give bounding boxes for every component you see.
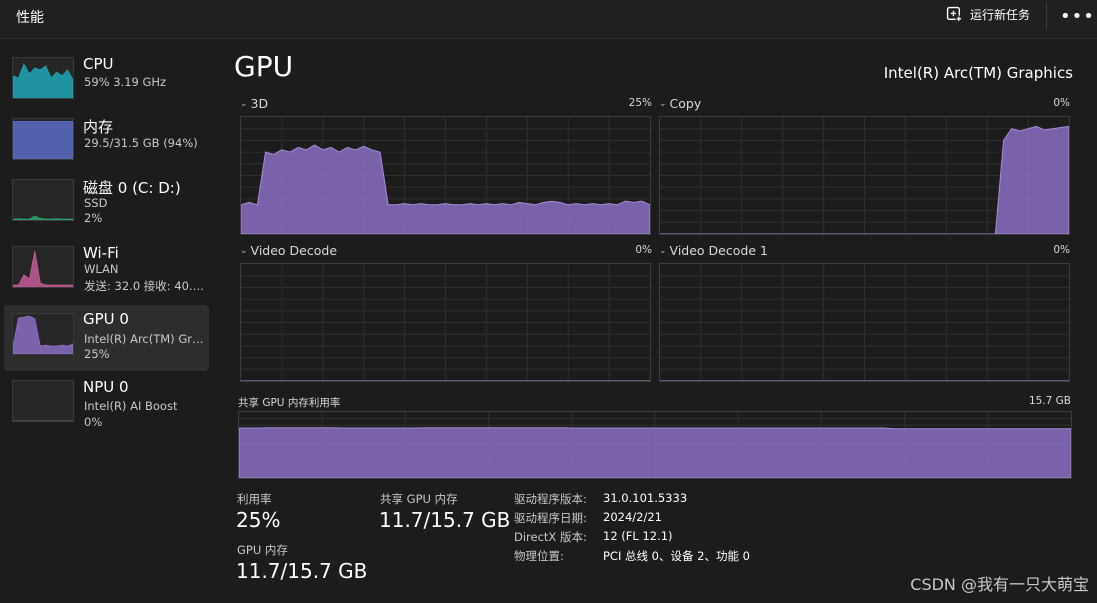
memory-thumbnail-graph	[12, 118, 74, 160]
engine-3d-graph	[240, 116, 651, 235]
sidebar-item-name: NPU 0	[83, 378, 129, 396]
chevron-down-icon: ⌄	[659, 98, 667, 109]
sidebar-item-detail: 29.5/31.5 GB (94%)	[84, 136, 198, 150]
gpu-memory-label: GPU 内存	[237, 543, 288, 557]
sidebar-item-cpu[interactable]: CPU 59% 3.19 GHz	[4, 55, 209, 121]
sidebar-item-name: GPU 0	[83, 310, 129, 328]
engine-copy-graph	[659, 116, 1070, 235]
engine-label: 3D	[250, 96, 269, 111]
sidebar-item-name: CPU	[83, 55, 114, 73]
thumbnail-area-series	[13, 215, 73, 220]
more-options-button[interactable]: •••	[1060, 6, 1095, 27]
engine-percent: 25%	[628, 97, 652, 109]
gpu-memory-value: 11.7/15.7 GB	[236, 559, 368, 583]
shared-memory-label: 共享 GPU 内存利用率	[238, 397, 341, 409]
utilization-label: 利用率	[237, 492, 272, 506]
driver-date-label: 驱动程序日期:	[514, 511, 587, 525]
sidebar-item-detail: 发送: 32.0 接收: 40.0 K	[84, 279, 208, 293]
sidebar-item-memory[interactable]: 内存 29.5/31.5 GB (94%)	[4, 116, 209, 182]
driver-date-value: 2024/2/21	[603, 510, 662, 524]
shared-memory-stat-label: 共享 GPU 内存	[380, 492, 458, 506]
gpu-thumbnail-graph	[12, 313, 74, 355]
sidebar-item-detail: 2%	[84, 211, 103, 225]
engine-label: Video Decode	[250, 243, 338, 258]
run-new-task-label: 运行新任务	[970, 8, 1031, 22]
sidebar-item-detail: 59% 3.19 GHz	[84, 75, 167, 89]
physical-location-value: PCI 总线 0、设备 2、功能 0	[603, 549, 750, 563]
sidebar-item-detail: Intel(R) AI Boost	[84, 399, 178, 413]
sidebar-item-detail: 0%	[84, 415, 103, 429]
npu-thumbnail-graph	[12, 380, 74, 422]
thumbnail-area-series	[13, 250, 73, 287]
gpu-heading: GPU	[234, 50, 294, 83]
engine-video-decode-1-graph	[659, 263, 1070, 382]
engine-selector-video-decode-1[interactable]: ⌄ Video Decode 1	[659, 243, 768, 258]
chevron-down-icon: ⌄	[659, 245, 667, 256]
watermark-text: CSDN @我有一只大萌宝	[910, 575, 1089, 594]
engine-percent: 0%	[635, 244, 652, 256]
sidebar-item-npu[interactable]: NPU 0 Intel(R) AI Boost 0%	[4, 378, 209, 444]
toolbar-divider	[1046, 2, 1047, 30]
gpu-model-name: Intel(R) Arc(TM) Graphics	[883, 64, 1073, 82]
run-new-task-button[interactable]: 运行新任务	[946, 6, 1030, 23]
disk-thumbnail-graph	[12, 179, 74, 221]
sidebar-item-detail: Intel(R) Arc(TM) Graphics	[84, 332, 208, 346]
engine-label: Video Decode 1	[669, 243, 768, 258]
usage-area-series	[239, 427, 1071, 478]
shared-memory-stat-value: 11.7/15.7 GB	[379, 508, 511, 532]
physical-location-label: 物理位置:	[514, 549, 564, 563]
engine-selector-3d[interactable]: ⌄ 3D	[240, 96, 268, 111]
sidebar-item-disk[interactable]: 磁盘 0 (C: D:) SSD 2%	[4, 177, 209, 243]
thumbnail-area-series	[13, 121, 73, 159]
utilization-value: 25%	[236, 508, 281, 532]
sidebar-item-gpu[interactable]: GPU 0 Intel(R) Arc(TM) Graphics 25%	[4, 305, 209, 371]
sidebar-item-detail: 25%	[84, 347, 110, 361]
cpu-thumbnail-graph	[12, 57, 74, 99]
sidebar: CPU 59% 3.19 GHz 内存 29.5/31.5 GB (94%) 磁…	[0, 38, 216, 603]
chevron-down-icon: ⌄	[240, 98, 248, 109]
sidebar-item-name: Wi-Fi	[83, 244, 119, 262]
page-title: 性能	[16, 10, 44, 26]
engine-selector-copy[interactable]: ⌄ Copy	[659, 96, 701, 111]
title-bar: 性能 运行新任务 •••	[0, 0, 1097, 39]
sidebar-item-wifi[interactable]: Wi-Fi WLAN 发送: 32.0 接收: 40.0 K	[4, 244, 209, 310]
thumbnail-area-series	[13, 315, 73, 354]
new-task-icon	[946, 6, 962, 22]
driver-version-value: 31.0.101.5333	[603, 491, 688, 505]
driver-version-label: 驱动程序版本:	[514, 492, 587, 506]
engine-percent: 0%	[1053, 244, 1070, 256]
engine-video-decode-graph	[240, 263, 651, 382]
sidebar-item-detail: SSD	[84, 196, 108, 210]
sidebar-item-name: 内存	[83, 118, 114, 136]
engine-selector-video-decode[interactable]: ⌄ Video Decode	[240, 243, 337, 258]
wifi-thumbnail-graph	[12, 246, 74, 288]
directx-version-value: 12 (FL 12.1)	[603, 529, 673, 543]
engine-label: Copy	[669, 96, 702, 111]
directx-version-label: DirectX 版本:	[514, 530, 587, 544]
sidebar-item-detail: WLAN	[84, 262, 119, 276]
chevron-down-icon: ⌄	[240, 245, 248, 256]
thumbnail-area-series	[13, 63, 73, 98]
shared-memory-graph	[238, 411, 1072, 479]
engine-percent: 0%	[1053, 97, 1070, 109]
sidebar-item-name: 磁盘 0 (C: D:)	[83, 179, 181, 197]
shared-memory-max: 15.7 GB	[1028, 395, 1071, 407]
